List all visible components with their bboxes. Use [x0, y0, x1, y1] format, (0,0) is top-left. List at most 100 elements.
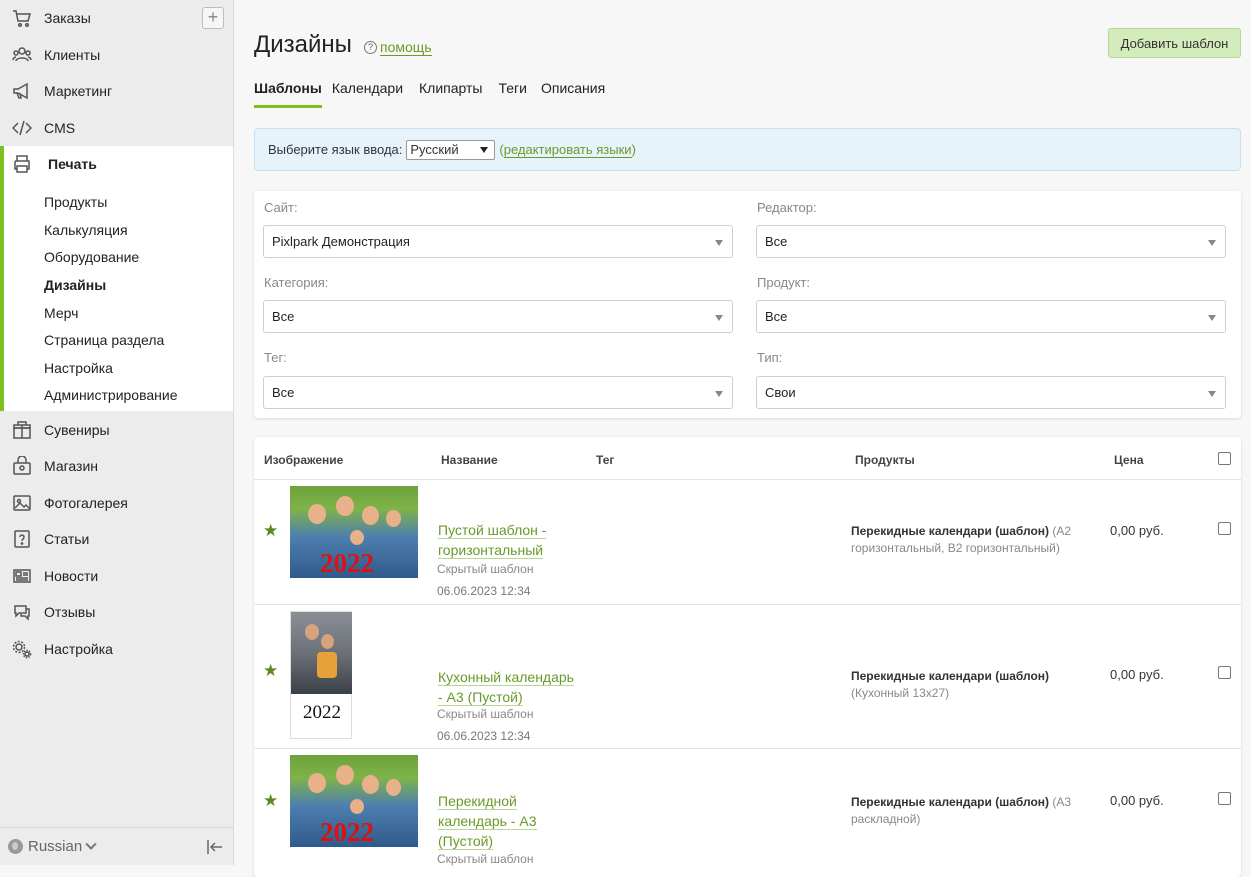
template-price: 0,00 руб. — [1110, 793, 1164, 808]
subnav-calculation[interactable]: Калькуляция — [4, 216, 233, 244]
nav-cms[interactable]: CMS — [0, 110, 233, 147]
language-select[interactable]: Русский — [406, 139, 496, 160]
type-filter-value: Свои — [765, 385, 796, 400]
nav-souvenirs-label: Сувениры — [44, 421, 110, 438]
newspaper-icon — [11, 566, 33, 586]
nav-news[interactable]: Новости — [0, 557, 233, 594]
nav-articles-label: Статьи — [44, 531, 90, 547]
row-checkbox[interactable] — [1218, 666, 1231, 679]
code-icon — [11, 118, 33, 138]
tab-calendars[interactable]: Календари — [332, 80, 409, 108]
star-icon[interactable]: ★ — [263, 661, 278, 681]
cart-icon — [11, 8, 33, 28]
help-circle-icon: ? — [364, 41, 377, 54]
nav-reviews[interactable]: Отзывы — [0, 594, 233, 631]
star-icon[interactable]: ★ — [263, 791, 278, 811]
nav-articles[interactable]: Статьи — [0, 521, 233, 558]
subnav-merch[interactable]: Мерч — [4, 299, 233, 327]
add-template-button[interactable]: Добавить шаблон — [1108, 28, 1241, 58]
image-icon — [11, 493, 33, 513]
shop-bag-icon — [11, 456, 33, 476]
subnav-products[interactable]: Продукты — [4, 189, 233, 217]
template-thumbnail[interactable]: 2022 — [290, 611, 352, 739]
couple-photo — [291, 612, 352, 694]
add-order-button[interactable]: + — [202, 7, 224, 29]
site-filter-select[interactable]: Pixlpark Демонстрация — [263, 225, 733, 258]
template-name-link[interactable]: Перекидной календарь - A3 (Пустой) — [438, 791, 578, 851]
family-photo: 2022 — [290, 486, 418, 578]
megaphone-icon — [11, 81, 33, 101]
subnav-designs[interactable]: Дизайны — [4, 271, 233, 299]
gears-icon — [11, 639, 33, 659]
dropdown-arrow-icon — [715, 391, 723, 397]
family-photo: 2022 — [290, 755, 418, 847]
tab-tags[interactable]: Теги — [499, 80, 533, 108]
nav-cms-label: CMS — [44, 119, 76, 136]
template-status: Скрытый шаблон — [437, 707, 534, 721]
subnav-settings[interactable]: Настройка — [4, 354, 233, 382]
editor-filter-select[interactable]: Все — [756, 225, 1226, 258]
nav-settings[interactable]: Настройка — [0, 630, 233, 667]
language-switcher[interactable]: Russian — [28, 838, 82, 855]
language-label: Выберите язык ввода: — [268, 142, 403, 157]
dropdown-arrow-icon — [1208, 391, 1216, 397]
template-price: 0,00 руб. — [1110, 667, 1164, 682]
nav-orders-label: Заказы — [44, 10, 91, 27]
subnav-section-page[interactable]: Страница раздела — [4, 326, 233, 354]
template-name-link[interactable]: Пустой шаблон - горизонтальный — [438, 520, 578, 560]
type-filter-label: Тип: — [757, 350, 783, 365]
help-link[interactable]: ? помощь — [364, 39, 432, 56]
collapse-sidebar-icon[interactable] — [206, 838, 224, 856]
nav-orders[interactable]: Заказы + — [0, 0, 233, 37]
product-filter-select[interactable]: Все — [756, 300, 1226, 333]
nav-print-label: Печать — [48, 156, 97, 173]
editor-filter-label: Редактор: — [757, 200, 817, 215]
template-products: Перекидные календари (шаблон) (A2 горизо… — [851, 523, 1081, 557]
tab-descriptions[interactable]: Описания — [541, 80, 611, 108]
template-thumbnail[interactable]: 2022 — [290, 486, 418, 578]
tag-filter-value: Все — [272, 385, 295, 400]
gift-box-icon — [11, 420, 33, 440]
edit-languages-link[interactable]: (редактировать языки) — [499, 142, 636, 158]
tab-templates[interactable]: Шаблоны — [254, 80, 322, 108]
chevron-down-icon[interactable] — [85, 838, 97, 850]
help-link-label: помощь — [380, 39, 432, 56]
nav-marketing[interactable]: Маркетинг — [0, 73, 233, 110]
subnav-administration[interactable]: Администрирование — [4, 382, 233, 410]
nav-print[interactable]: Печать — [0, 146, 233, 183]
language-bar: Выберите язык ввода: Русский (редактиров… — [254, 128, 1241, 171]
site-filter-value: Pixlpark Демонстрация — [272, 234, 410, 249]
row-checkbox[interactable] — [1218, 792, 1231, 805]
nav-shop[interactable]: Магазин — [0, 448, 233, 485]
question-doc-icon — [11, 529, 33, 549]
printer-icon — [11, 154, 33, 174]
template-name: Кухонный календарь - A3 (Пустой) — [438, 669, 574, 706]
column-price[interactable]: Цена — [1114, 453, 1144, 467]
select-all-checkbox[interactable] — [1218, 452, 1231, 465]
nav-clients[interactable]: Клиенты — [0, 37, 233, 74]
product-name: Перекидные календари (шаблон) — [851, 795, 1050, 809]
template-date: 06.06.2023 12:34 — [437, 584, 531, 598]
type-filter-select[interactable]: Свои — [756, 376, 1226, 409]
product-name: Перекидные календари (шаблон) — [851, 524, 1050, 538]
template-name-link[interactable]: Кухонный календарь - A3 (Пустой) — [438, 667, 578, 707]
nav-reviews-label: Отзывы — [44, 604, 96, 620]
column-name[interactable]: Название — [441, 453, 498, 467]
table-row: ★ 2022 Пустой шаблон - горизонтальный Ск… — [254, 480, 1241, 605]
tag-filter-select[interactable]: Все — [263, 376, 733, 409]
star-icon[interactable]: ★ — [263, 521, 278, 541]
table-row: ★ 2022 Кухонный календарь - A3 (Пустой) … — [254, 605, 1241, 749]
calendar-year: 2022 — [320, 817, 374, 847]
nav-souvenirs[interactable]: Сувениры — [0, 411, 233, 448]
product-detail: (Кухонный 13x27) — [851, 686, 950, 700]
row-checkbox[interactable] — [1218, 522, 1231, 535]
language-select-value: Русский — [410, 142, 459, 157]
category-filter-select[interactable]: Все — [263, 300, 733, 333]
filters-panel: Сайт: Pixlpark Демонстрация Редактор: Вс… — [254, 191, 1241, 418]
tab-cliparts[interactable]: Клипарты — [419, 80, 488, 108]
subnav-equipment[interactable]: Оборудование — [4, 244, 233, 272]
template-thumbnail[interactable]: 2022 — [290, 755, 418, 847]
category-filter-label: Категория: — [264, 275, 329, 290]
nav-photogallery[interactable]: Фотогалерея — [0, 484, 233, 521]
editor-filter-value: Все — [765, 234, 788, 249]
